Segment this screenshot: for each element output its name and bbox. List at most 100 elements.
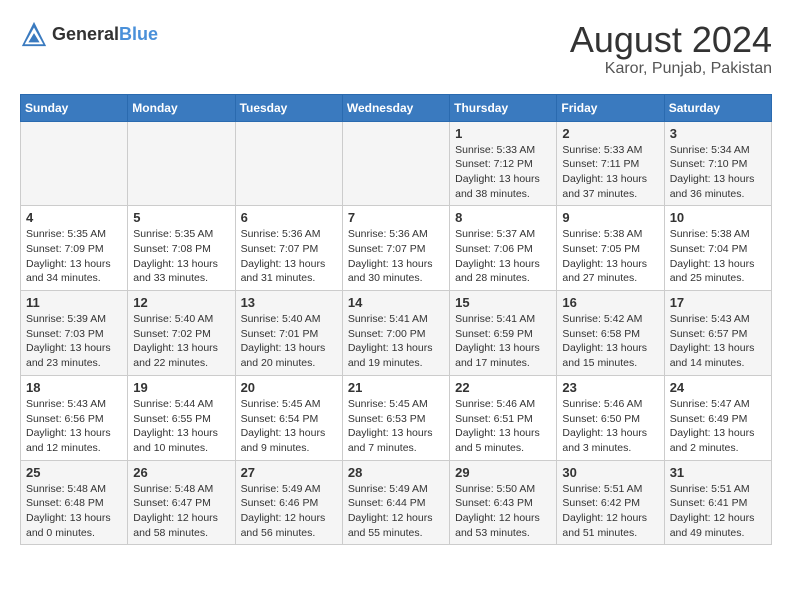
day-number: 23 xyxy=(562,380,658,395)
title-block: August 2024 Karor, Punjab, Pakistan xyxy=(570,20,772,78)
calendar-cell: 1 Sunrise: 5:33 AM Sunset: 7:12 PM Daylig… xyxy=(450,121,557,206)
calendar-body: 1 Sunrise: 5:33 AM Sunset: 7:12 PM Daylig… xyxy=(21,121,772,545)
day-number: 25 xyxy=(26,465,122,480)
day-number: 6 xyxy=(241,210,337,225)
week-row-1: 1 Sunrise: 5:33 AM Sunset: 7:12 PM Daylig… xyxy=(21,121,772,206)
day-number: 29 xyxy=(455,465,551,480)
calendar-cell: 31 Sunrise: 5:51 AM Sunset: 6:41 PM Dayli… xyxy=(664,460,771,545)
day-content: Sunrise: 5:48 AM Sunset: 6:47 PM Dayligh… xyxy=(133,482,229,541)
day-number: 18 xyxy=(26,380,122,395)
day-number: 16 xyxy=(562,295,658,310)
day-number: 28 xyxy=(348,465,444,480)
calendar-cell: 7 Sunrise: 5:36 AM Sunset: 7:07 PM Daylig… xyxy=(342,206,449,291)
calendar-cell: 13 Sunrise: 5:40 AM Sunset: 7:01 PM Dayli… xyxy=(235,291,342,376)
calendar-cell: 21 Sunrise: 5:45 AM Sunset: 6:53 PM Dayli… xyxy=(342,375,449,460)
day-number: 15 xyxy=(455,295,551,310)
calendar-cell: 23 Sunrise: 5:46 AM Sunset: 6:50 PM Dayli… xyxy=(557,375,664,460)
day-number: 13 xyxy=(241,295,337,310)
header-monday: Monday xyxy=(128,94,235,121)
header-tuesday: Tuesday xyxy=(235,94,342,121)
day-number: 20 xyxy=(241,380,337,395)
day-number: 17 xyxy=(670,295,766,310)
day-content: Sunrise: 5:41 AM Sunset: 6:59 PM Dayligh… xyxy=(455,312,551,371)
calendar-table: SundayMondayTuesdayWednesdayThursdayFrid… xyxy=(20,94,772,546)
day-content: Sunrise: 5:36 AM Sunset: 7:07 PM Dayligh… xyxy=(348,227,444,286)
day-number: 3 xyxy=(670,126,766,141)
day-content: Sunrise: 5:41 AM Sunset: 7:00 PM Dayligh… xyxy=(348,312,444,371)
calendar-cell: 24 Sunrise: 5:47 AM Sunset: 6:49 PM Dayli… xyxy=(664,375,771,460)
calendar-cell: 3 Sunrise: 5:34 AM Sunset: 7:10 PM Daylig… xyxy=(664,121,771,206)
calendar-cell: 14 Sunrise: 5:41 AM Sunset: 7:00 PM Dayli… xyxy=(342,291,449,376)
calendar-cell: 15 Sunrise: 5:41 AM Sunset: 6:59 PM Dayli… xyxy=(450,291,557,376)
day-content: Sunrise: 5:34 AM Sunset: 7:10 PM Dayligh… xyxy=(670,143,766,202)
day-content: Sunrise: 5:49 AM Sunset: 6:46 PM Dayligh… xyxy=(241,482,337,541)
day-number: 26 xyxy=(133,465,229,480)
header-saturday: Saturday xyxy=(664,94,771,121)
calendar-cell: 22Sunrise: 5:46 AM Sunset: 6:51 PM Dayli… xyxy=(450,375,557,460)
day-number: 21 xyxy=(348,380,444,395)
week-row-5: 25Sunrise: 5:48 AM Sunset: 6:48 PM Dayli… xyxy=(21,460,772,545)
day-number: 24 xyxy=(670,380,766,395)
day-content: Sunrise: 5:43 AM Sunset: 6:57 PM Dayligh… xyxy=(670,312,766,371)
calendar-cell: 17 Sunrise: 5:43 AM Sunset: 6:57 PM Dayli… xyxy=(664,291,771,376)
day-content: Sunrise: 5:38 AM Sunset: 7:04 PM Dayligh… xyxy=(670,227,766,286)
day-content: Sunrise: 5:43 AM Sunset: 6:56 PM Dayligh… xyxy=(26,397,122,456)
day-number: 11 xyxy=(26,295,122,310)
calendar-cell: 8Sunrise: 5:37 AM Sunset: 7:06 PM Daylig… xyxy=(450,206,557,291)
day-number: 27 xyxy=(241,465,337,480)
day-number: 14 xyxy=(348,295,444,310)
day-number: 2 xyxy=(562,126,658,141)
calendar-cell: 28 Sunrise: 5:49 AM Sunset: 6:44 PM Dayli… xyxy=(342,460,449,545)
day-content: Sunrise: 5:36 AM Sunset: 7:07 PM Dayligh… xyxy=(241,227,337,286)
calendar-title: August 2024 xyxy=(570,20,772,60)
header-sunday: Sunday xyxy=(21,94,128,121)
logo-general: General xyxy=(52,24,119,44)
day-number: 9 xyxy=(562,210,658,225)
day-content: Sunrise: 5:38 AM Sunset: 7:05 PM Dayligh… xyxy=(562,227,658,286)
day-content: Sunrise: 5:33 AM Sunset: 7:12 PM Dayligh… xyxy=(455,143,551,202)
day-content: Sunrise: 5:50 AM Sunset: 6:43 PM Dayligh… xyxy=(455,482,551,541)
day-content: Sunrise: 5:40 AM Sunset: 7:01 PM Dayligh… xyxy=(241,312,337,371)
header-row: SundayMondayTuesdayWednesdayThursdayFrid… xyxy=(21,94,772,121)
calendar-cell: 26 Sunrise: 5:48 AM Sunset: 6:47 PM Dayli… xyxy=(128,460,235,545)
calendar-cell: 11Sunrise: 5:39 AM Sunset: 7:03 PM Dayli… xyxy=(21,291,128,376)
day-content: Sunrise: 5:35 AM Sunset: 7:08 PM Dayligh… xyxy=(133,227,229,286)
day-content: Sunrise: 5:45 AM Sunset: 6:54 PM Dayligh… xyxy=(241,397,337,456)
logo-blue: Blue xyxy=(119,24,158,44)
day-content: Sunrise: 5:45 AM Sunset: 6:53 PM Dayligh… xyxy=(348,397,444,456)
day-content: Sunrise: 5:49 AM Sunset: 6:44 PM Dayligh… xyxy=(348,482,444,541)
day-content: Sunrise: 5:46 AM Sunset: 6:50 PM Dayligh… xyxy=(562,397,658,456)
day-number: 31 xyxy=(670,465,766,480)
calendar-subtitle: Karor, Punjab, Pakistan xyxy=(570,60,772,78)
day-content: Sunrise: 5:40 AM Sunset: 7:02 PM Dayligh… xyxy=(133,312,229,371)
logo-icon xyxy=(20,20,48,48)
calendar-cell: 10Sunrise: 5:38 AM Sunset: 7:04 PM Dayli… xyxy=(664,206,771,291)
day-number: 1 xyxy=(455,126,551,141)
calendar-cell: 5Sunrise: 5:35 AM Sunset: 7:08 PM Daylig… xyxy=(128,206,235,291)
day-number: 4 xyxy=(26,210,122,225)
day-content: Sunrise: 5:37 AM Sunset: 7:06 PM Dayligh… xyxy=(455,227,551,286)
page-header: GeneralBlue August 2024 Karor, Punjab, P… xyxy=(20,20,772,78)
day-number: 12 xyxy=(133,295,229,310)
day-number: 7 xyxy=(348,210,444,225)
calendar-cell: 12 Sunrise: 5:40 AM Sunset: 7:02 PM Dayli… xyxy=(128,291,235,376)
header-thursday: Thursday xyxy=(450,94,557,121)
calendar-cell xyxy=(128,121,235,206)
day-content: Sunrise: 5:51 AM Sunset: 6:42 PM Dayligh… xyxy=(562,482,658,541)
calendar-cell: 18 Sunrise: 5:43 AM Sunset: 6:56 PM Dayli… xyxy=(21,375,128,460)
week-row-4: 18 Sunrise: 5:43 AM Sunset: 6:56 PM Dayli… xyxy=(21,375,772,460)
calendar-cell: 2 Sunrise: 5:33 AM Sunset: 7:11 PM Daylig… xyxy=(557,121,664,206)
calendar-cell: 16 Sunrise: 5:42 AM Sunset: 6:58 PM Dayli… xyxy=(557,291,664,376)
week-row-2: 4Sunrise: 5:35 AM Sunset: 7:09 PM Daylig… xyxy=(21,206,772,291)
calendar-cell: 27 Sunrise: 5:49 AM Sunset: 6:46 PM Dayli… xyxy=(235,460,342,545)
calendar-cell: 6 Sunrise: 5:36 AM Sunset: 7:07 PM Daylig… xyxy=(235,206,342,291)
calendar-header: SundayMondayTuesdayWednesdayThursdayFrid… xyxy=(21,94,772,121)
day-content: Sunrise: 5:51 AM Sunset: 6:41 PM Dayligh… xyxy=(670,482,766,541)
calendar-cell: 9 Sunrise: 5:38 AM Sunset: 7:05 PM Daylig… xyxy=(557,206,664,291)
day-content: Sunrise: 5:42 AM Sunset: 6:58 PM Dayligh… xyxy=(562,312,658,371)
calendar-cell: 29 Sunrise: 5:50 AM Sunset: 6:43 PM Dayli… xyxy=(450,460,557,545)
day-content: Sunrise: 5:33 AM Sunset: 7:11 PM Dayligh… xyxy=(562,143,658,202)
logo: GeneralBlue xyxy=(20,20,158,48)
calendar-cell: 25Sunrise: 5:48 AM Sunset: 6:48 PM Dayli… xyxy=(21,460,128,545)
day-content: Sunrise: 5:47 AM Sunset: 6:49 PM Dayligh… xyxy=(670,397,766,456)
